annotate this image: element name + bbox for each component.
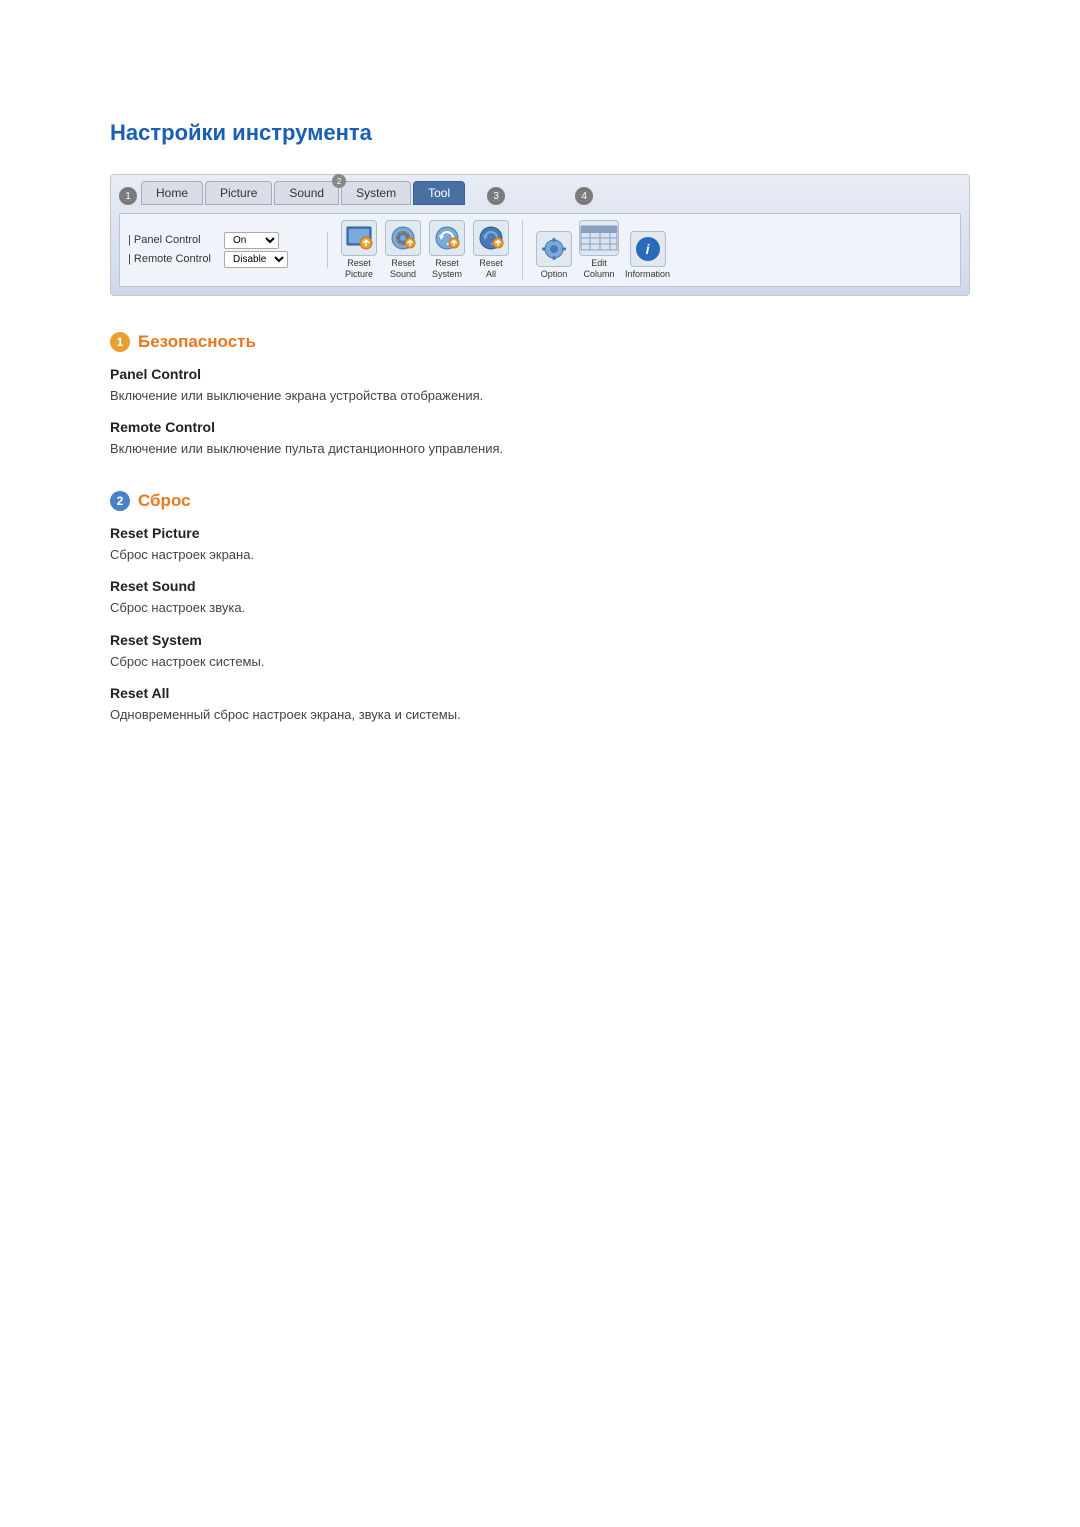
reset-picture-desc: Сброс настроек экрана. [110,545,970,565]
panel-control-select[interactable]: On Off [224,232,279,249]
panel-control-row: | Panel Control On Off [128,232,317,249]
section1-title: Безопасность [138,332,256,352]
reset-system-label: ResetSystem [432,258,462,280]
option-icon [536,231,572,267]
reset-all-desc: Одновременный сброс настроек экрана, зву… [110,705,970,725]
tab-picture[interactable]: Picture [205,181,272,205]
option-label: Option [541,269,568,280]
section1-badge: 1 [110,332,130,352]
reset-all-title: Reset All [110,685,970,701]
reset-sound-icon [385,220,421,256]
badge-3: 3 [487,187,505,205]
tab-tool[interactable]: Tool [413,181,465,205]
toolbar-left-section: | Panel Control On Off | Remote Control … [128,232,328,268]
reset-system-title: Reset System [110,632,970,648]
remote-control-select[interactable]: Disable Enable [224,251,288,268]
panel-control-label: | Panel Control [128,234,218,246]
reset-picture-title: Reset Picture [110,525,970,541]
remote-control-row: | Remote Control Disable Enable [128,251,317,268]
page-title: Настройки инструмента [110,120,970,146]
toolbar-tabs: 1 Home Picture Sound 2 System Tool 3 4 [119,181,961,205]
reset-sound-desc: Сброс настроек звука. [110,598,970,618]
section2-title: Сброс [138,491,191,511]
reset-all-button[interactable]: ResetAll [472,220,510,280]
edit-column-label: EditColumn [583,258,614,280]
tab-sound[interactable]: Sound 2 [274,181,339,205]
reset-picture-icon [341,220,377,256]
reset-all-label: ResetAll [479,258,503,280]
section1-heading: 1 Безопасность [110,332,970,352]
reset-picture-label: ResetPicture [345,258,373,280]
edit-column-button[interactable]: EditColumn [579,220,619,280]
reset-sound-button[interactable]: ResetSound [384,220,422,280]
reset-picture-button[interactable]: ResetPicture [340,220,378,280]
panel-control-desc: Включение или выключение экрана устройст… [110,386,970,406]
section2-heading: 2 Сброс [110,491,970,511]
remote-control-desc: Включение или выключение пульта дистанци… [110,439,970,459]
information-label: Information [625,269,670,280]
tab-home[interactable]: Home [141,181,203,205]
reset-all-icon [473,220,509,256]
badge-1: 1 [119,187,137,205]
reset-sound-title: Reset Sound [110,578,970,594]
toolbar-right-section: Option Ed [523,220,682,280]
remote-control-title: Remote Control [110,419,970,435]
panel-control-title: Panel Control [110,366,970,382]
reset-system-desc: Сброс настроек системы. [110,652,970,672]
badge-2: 2 [332,174,346,188]
tab-system[interactable]: System [341,181,411,205]
reset-system-icon [429,220,465,256]
badge-4: 4 [575,187,593,205]
reset-system-button[interactable]: ResetSystem [428,220,466,280]
section2-badge: 2 [110,491,130,511]
edit-column-icon [579,220,619,256]
information-icon: i [630,231,666,267]
remote-control-label: | Remote Control [128,253,218,265]
option-button[interactable]: Option [535,231,573,280]
toolbar-middle-section: ResetPicture [328,220,523,280]
reset-sound-label: ResetSound [390,258,416,280]
info-i-icon: i [636,237,660,261]
information-button[interactable]: i Information [625,231,670,280]
toolbar: 1 Home Picture Sound 2 System Tool 3 4 |… [110,174,970,296]
toolbar-body: | Panel Control On Off | Remote Control … [119,213,961,287]
